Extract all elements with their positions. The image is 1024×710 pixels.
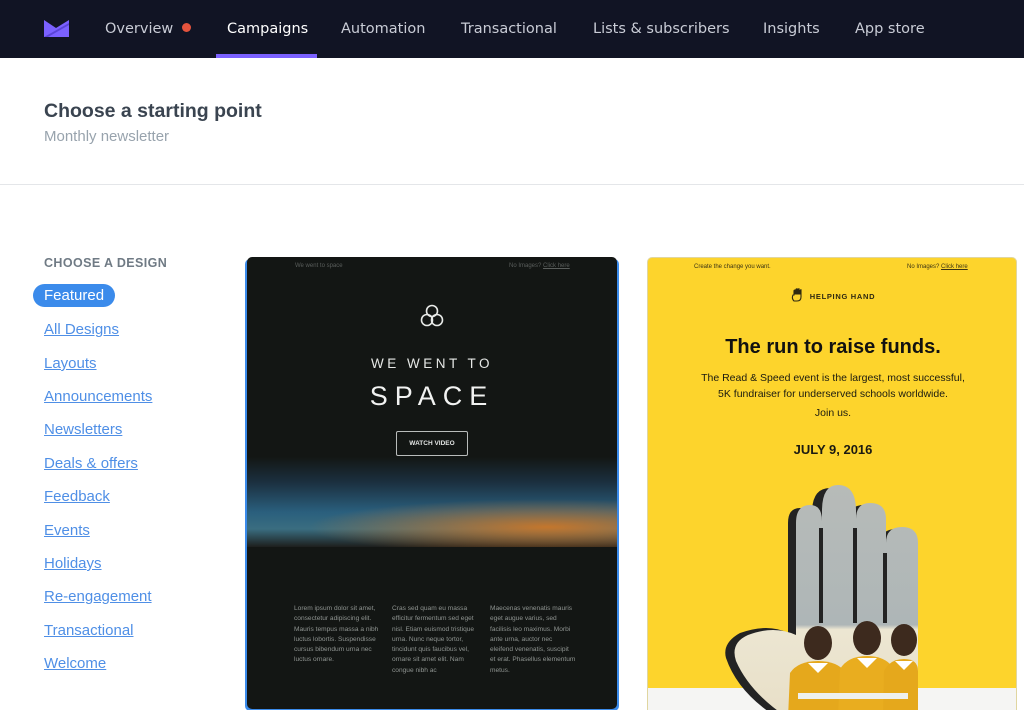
help-body-line-1: The Read & Speed event is the largest, m…: [701, 372, 965, 384]
template-card-helping-hand[interactable]: Create the change you want. No Images? C…: [647, 257, 1017, 710]
sidebar-item-events[interactable]: Events: [44, 522, 90, 539]
template-card-space[interactable]: We went to space No Images? Click here W…: [247, 257, 617, 709]
sidebar-item-all-designs[interactable]: All Designs: [44, 321, 119, 338]
helping-hand-brand: HELPING HAND: [648, 288, 1016, 302]
sidebar-item-transactional[interactable]: Transactional: [44, 622, 134, 639]
body-column-1: Lorem ipsum dolor sit amet, consectetur …: [294, 605, 379, 664]
nav-overview[interactable]: Overview: [105, 0, 192, 58]
nav-automation[interactable]: Automation: [341, 0, 425, 58]
body-column-3: Maecenas venenatis mauris eget augue var…: [490, 605, 576, 674]
brand-name: HELPING HAND: [809, 292, 876, 301]
click-here-link: Click here: [543, 263, 570, 269]
space-kicker: WE WENT TO: [370, 356, 493, 371]
top-navigation: Overview Campaigns Automation Transactio…: [0, 0, 1024, 58]
no-images-label: No Images?: [509, 263, 542, 269]
help-title: The run to raise funds.: [725, 336, 941, 358]
preheader-text: We went to space: [295, 263, 343, 269]
nav-overview-label: Overview: [105, 21, 174, 37]
no-images-text: No Images? Click here: [907, 264, 968, 270]
help-body-line-2: 5K fundraiser for underserved schools wo…: [718, 387, 948, 400]
sidebar-item-layouts[interactable]: Layouts: [44, 355, 97, 372]
preheader-text: Create the change you want.: [694, 264, 771, 270]
sidebar-item-newsletters[interactable]: Newsletters: [44, 421, 122, 438]
sidebar-item-re-engagement[interactable]: Re-engagement: [44, 588, 152, 605]
sidebar-heading: CHOOSE A DESIGN: [44, 256, 168, 270]
nav-insights[interactable]: Insights: [763, 0, 820, 58]
three-circles-logo-icon: [420, 304, 444, 327]
page-subtitle: Monthly newsletter: [44, 128, 170, 145]
notification-dot: [182, 23, 192, 32]
nav-transactional[interactable]: Transactional: [461, 0, 557, 58]
body-column-2: Cras sed quam eu massa efficitur ferment…: [392, 605, 475, 674]
hand-icon: [791, 288, 802, 302]
page-title: Choose a starting point: [44, 100, 262, 122]
no-images-label: No Images?: [907, 264, 940, 270]
nav-campaigns[interactable]: Campaigns: [227, 0, 308, 58]
sunset-sky-image: [247, 457, 617, 557]
sidebar-item-holidays[interactable]: Holidays: [44, 555, 102, 572]
hand-photo-illustration: [725, 485, 918, 710]
click-here-link: Click here: [941, 264, 968, 270]
mail-envelope-logo-icon[interactable]: [44, 20, 69, 37]
sidebar-item-feedback[interactable]: Feedback: [44, 488, 110, 505]
watch-video-button: WATCH VIDEO: [396, 431, 468, 456]
help-body: The Read & Speed event is the largest, m…: [648, 371, 1016, 402]
nav-app-store[interactable]: App store: [855, 0, 925, 58]
page-header: Choose a starting point Monthly newslett…: [0, 58, 1024, 185]
sidebar-item-deals-offers[interactable]: Deals & offers: [44, 455, 138, 472]
event-date: JULY 9, 2016: [793, 442, 873, 457]
sidebar-item-featured[interactable]: Featured: [33, 284, 116, 307]
nav-lists-subscribers[interactable]: Lists & subscribers: [593, 0, 730, 58]
sidebar-item-welcome[interactable]: Welcome: [44, 655, 106, 672]
help-join-text: Join us.: [814, 407, 852, 419]
no-images-text: No Images? Click here: [509, 263, 570, 269]
space-title: SPACE: [369, 381, 495, 411]
sidebar-item-announcements[interactable]: Announcements: [44, 388, 152, 405]
